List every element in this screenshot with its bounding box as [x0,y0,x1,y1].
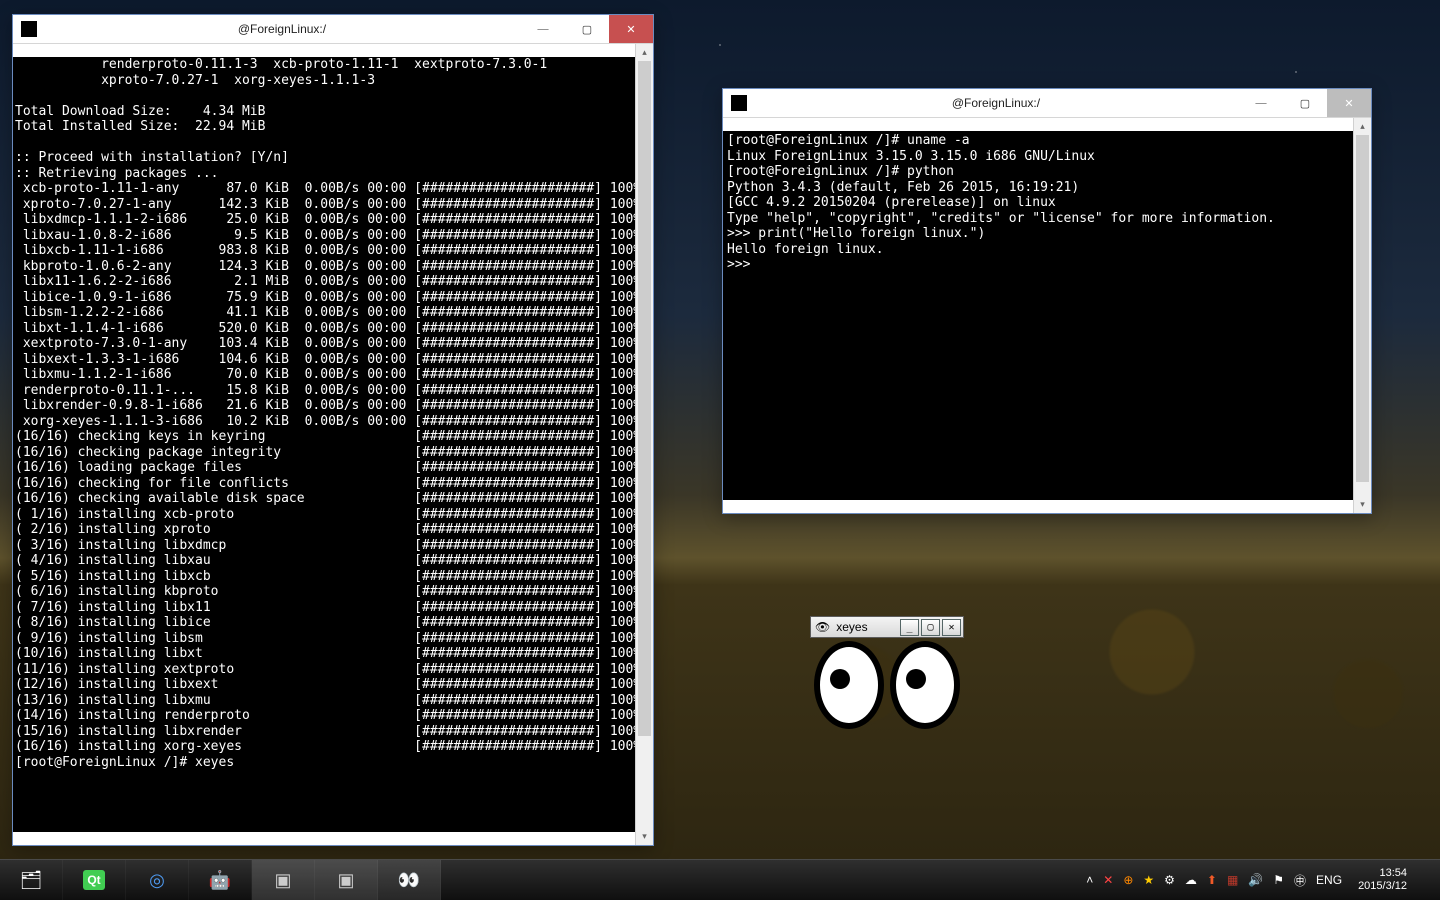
tray-icon[interactable]: ★ [1143,873,1154,887]
tray-icon[interactable]: ⬆ [1207,873,1217,887]
scrollbar[interactable]: ▴ ▾ [635,44,653,845]
titlebar[interactable]: 👁 xeyes _ ▢ ✕ [810,616,964,638]
desktop: @ForeignLinux:/ — ▢ ✕ renderproto-0.11.1… [0,0,1440,900]
close-button[interactable]: ✕ [942,619,961,636]
close-button[interactable]: ✕ [1327,89,1371,117]
minimize-button[interactable]: — [521,15,565,43]
megaman-icon[interactable]: 🤖 [189,860,252,900]
maximize-button[interactable]: ▢ [921,619,940,636]
titlebar[interactable]: @ForeignLinux:/ — ▢ ✕ [723,89,1371,118]
terminal-icon-2[interactable]: ▣ [315,860,378,900]
taskbar-clock[interactable]: 13:54 2015/3/12 [1352,867,1413,893]
tray-chevron-up-icon[interactable]: ˄ [1086,873,1093,887]
window-title: @ForeignLinux:/ [753,96,1239,110]
taskbar[interactable]: 🗂 Qt ◎ 🤖 ▣ ▣ 👀 ˄ ✕ ⊕ ★ ⚙ ☁ ⬆ ▦ 🔊 ⚑ ㊥ ENG… [0,859,1440,900]
terminal-output[interactable]: [root@ForeignLinux /]# uname -a Linux Fo… [723,131,1354,500]
tray-icon[interactable]: ✕ [1103,873,1113,887]
cmd-icon [21,21,37,37]
right-pupil [906,669,926,689]
chrome-icon[interactable]: ◎ [126,860,189,900]
scroll-thumb[interactable] [638,61,651,736]
maximize-button[interactable]: ▢ [1283,89,1327,117]
tray-icon[interactable]: ▦ [1227,873,1238,887]
system-tray[interactable]: ˄ ✕ ⊕ ★ ⚙ ☁ ⬆ ▦ 🔊 ⚑ ㊥ ENG 13:54 2015/3/1… [1078,860,1440,900]
input-language[interactable]: ENG [1316,873,1342,887]
terminal-icon[interactable]: ▣ [252,860,315,900]
left-eye [814,641,884,729]
scroll-track[interactable] [1354,135,1371,496]
terminal-window-2[interactable]: @ForeignLinux:/ — ▢ ✕ [root@ForeignLinux… [722,88,1372,514]
scroll-track[interactable] [636,61,653,828]
tray-icon[interactable]: ⚙ [1164,873,1175,887]
action-center-icon[interactable]: ⚑ [1273,873,1284,887]
close-button[interactable]: ✕ [609,15,653,43]
cmd-icon [731,95,747,111]
scroll-down-button[interactable]: ▾ [1354,496,1371,513]
minimize-button[interactable]: _ [900,619,919,636]
qt-creator-icon[interactable]: Qt [63,860,126,900]
xeyes-task-icon[interactable]: 👀 [378,860,441,900]
tray-icon[interactable]: ⊕ [1123,873,1133,887]
xeyes-canvas [810,638,962,732]
scroll-down-button[interactable]: ▾ [636,828,653,845]
window-title: xeyes [834,620,900,634]
clock-date: 2015/3/12 [1358,880,1407,893]
scroll-thumb[interactable] [1356,135,1369,482]
titlebar[interactable]: @ForeignLinux:/ — ▢ ✕ [13,15,653,44]
clock-time: 13:54 [1358,867,1407,880]
left-pupil [830,669,850,689]
tray-icon[interactable]: ☁ [1185,873,1197,887]
scroll-up-button[interactable]: ▴ [636,44,653,61]
file-explorer-icon[interactable]: 🗂 [0,860,63,900]
xeyes-window[interactable]: 👁 xeyes _ ▢ ✕ [810,616,964,732]
window-title: @ForeignLinux:/ [43,22,521,36]
ime-indicator[interactable]: ㊥ [1294,872,1306,889]
minimize-button[interactable]: — [1239,89,1283,117]
terminal-window-1[interactable]: @ForeignLinux:/ — ▢ ✕ renderproto-0.11.1… [12,14,654,846]
scroll-up-button[interactable]: ▴ [1354,118,1371,135]
scrollbar[interactable]: ▴ ▾ [1353,118,1371,513]
terminal-output[interactable]: renderproto-0.11.1-3 xcb-proto-1.11-1 xe… [13,57,636,832]
xeyes-icon: 👁 [815,620,830,634]
volume-icon[interactable]: 🔊 [1248,873,1263,887]
maximize-button[interactable]: ▢ [565,15,609,43]
right-eye [890,641,960,729]
